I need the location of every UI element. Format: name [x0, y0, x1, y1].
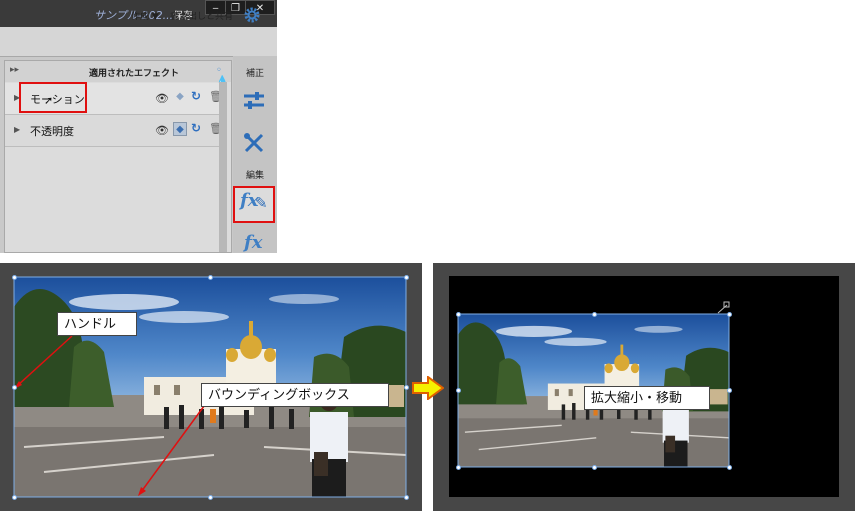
- effect-row-opacity[interactable]: ▶ 不透明度 👁 ◆ ↻ 🗑: [5, 115, 223, 147]
- pencil-icon[interactable]: ✎: [255, 194, 268, 212]
- handle[interactable]: [727, 312, 732, 317]
- handle[interactable]: [12, 495, 17, 500]
- toolbar: [0, 27, 277, 57]
- reset-icon[interactable]: ↻: [191, 89, 201, 103]
- reset-icon[interactable]: ↻: [191, 121, 201, 135]
- handle[interactable]: [404, 275, 409, 280]
- edit-label: 編集: [246, 171, 265, 181]
- handle[interactable]: [404, 385, 409, 390]
- handle[interactable]: [208, 495, 213, 500]
- export-share-menu[interactable]: 書き出しと共有: [170, 9, 233, 22]
- callout-handle: ハンドル: [57, 312, 137, 336]
- effect-label: 不透明度: [30, 125, 74, 138]
- eye-icon[interactable]: 👁: [155, 124, 169, 137]
- effects-header: ▸▸ 適用されたエフェクト ◦💧: [5, 61, 231, 87]
- handle[interactable]: [592, 312, 597, 317]
- handle[interactable]: [12, 275, 17, 280]
- adjust-label: 補正: [246, 69, 265, 79]
- handle[interactable]: [456, 312, 461, 317]
- handle[interactable]: [12, 385, 17, 390]
- callout-scale-move: 拡大縮小・移動: [584, 386, 710, 410]
- gear-icon[interactable]: [243, 6, 261, 28]
- callout-bounding-box: バウンディングボックス: [201, 383, 389, 407]
- effects-title: 適用されたエフェクト: [89, 69, 180, 79]
- handle[interactable]: [592, 465, 597, 470]
- fx-icon[interactable]: fx: [244, 232, 262, 253]
- tools-icon[interactable]: [243, 132, 265, 158]
- handle[interactable]: [456, 388, 461, 393]
- create-menu[interactable]: 作成 ▼: [131, 9, 159, 22]
- keyframe-drop-icon[interactable]: ◆: [173, 122, 187, 136]
- sliders-icon[interactable]: [243, 91, 265, 115]
- handle[interactable]: [456, 465, 461, 470]
- handle[interactable]: [404, 495, 409, 500]
- handle[interactable]: [208, 275, 213, 280]
- right-arrow-icon: [412, 375, 445, 404]
- collapse-icon[interactable]: ▸▸: [10, 65, 19, 75]
- mouse-cursor-icon: ➚: [44, 94, 54, 107]
- eye-icon[interactable]: 👁: [155, 92, 169, 105]
- handle[interactable]: [727, 465, 732, 470]
- expand-arrow-icon[interactable]: ▶: [14, 125, 20, 134]
- scrollbar[interactable]: [219, 82, 227, 252]
- handle[interactable]: [727, 388, 732, 393]
- keyframe-drop-icon[interactable]: ◆: [173, 90, 187, 104]
